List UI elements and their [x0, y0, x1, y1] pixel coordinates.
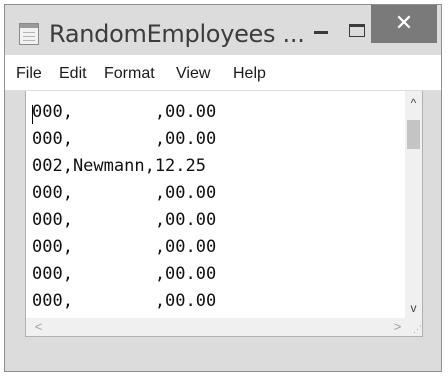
title-bar[interactable]: RandomEmployees ... ✕	[5, 5, 441, 55]
minimize-button[interactable]	[309, 19, 333, 43]
maximize-button[interactable]	[345, 19, 369, 43]
editor: 000, ,00.00 000, ,00.00 002,Newmann,12.2…	[25, 91, 423, 337]
window-title: RandomEmployees ...	[49, 20, 305, 48]
notepad-window: RandomEmployees ... ✕ File Edit Format V…	[4, 4, 442, 372]
scroll-up-arrow-icon[interactable]: ^	[405, 95, 422, 112]
text-line: 000, ,00.00	[32, 210, 217, 230]
vertical-scroll-thumb[interactable]	[407, 120, 420, 149]
close-button[interactable]: ✕	[371, 5, 437, 43]
menu-edit[interactable]: Edit	[59, 65, 87, 83]
vertical-scrollbar[interactable]: ^ v	[405, 91, 422, 319]
resize-grip-icon[interactable]: ⋰	[405, 318, 422, 336]
text-area[interactable]: 000, ,00.00 000, ,00.00 002,Newmann,12.2…	[26, 91, 410, 319]
scroll-right-arrow-icon[interactable]: >	[389, 318, 406, 336]
text-caret	[32, 105, 33, 124]
menu-view[interactable]: View	[176, 65, 210, 83]
text-line: 000, ,00.00	[32, 264, 217, 284]
notepad-icon	[19, 23, 39, 45]
close-icon: ✕	[394, 11, 414, 36]
text-line: 000, ,00.00	[32, 183, 217, 203]
menu-format[interactable]: Format	[104, 65, 155, 83]
text-line: 000, ,00.00	[32, 237, 217, 257]
menu-file[interactable]: File	[16, 65, 42, 83]
scroll-left-arrow-icon[interactable]: <	[30, 318, 47, 336]
menu-bar: File Edit Format View Help	[5, 55, 441, 91]
text-line: 000, ,00.00	[32, 291, 217, 311]
text-line: 000, ,00.00	[32, 129, 217, 149]
scroll-down-arrow-icon[interactable]: v	[405, 300, 422, 317]
text-line: 002,Newmann,12.25	[32, 156, 206, 176]
menu-help[interactable]: Help	[233, 65, 266, 83]
text-line: 000, ,00.00	[32, 102, 217, 122]
horizontal-scrollbar[interactable]: < >	[26, 318, 410, 336]
